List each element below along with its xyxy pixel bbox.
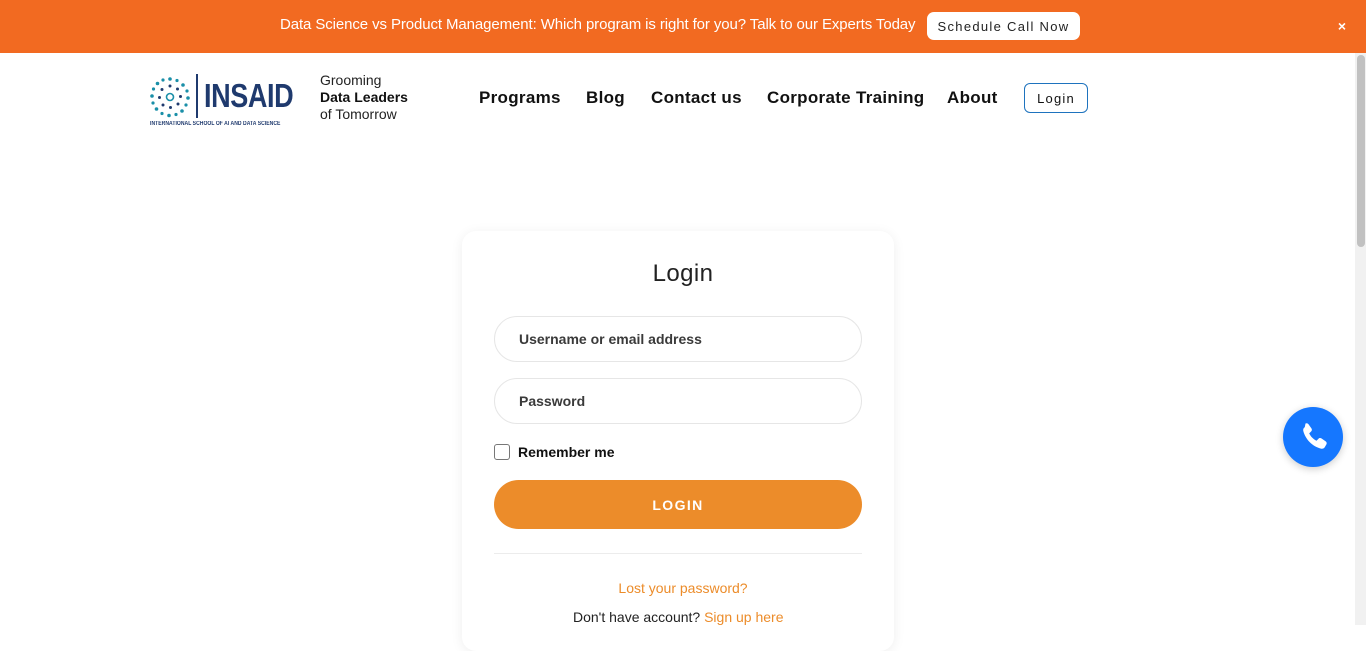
tagline-line-1: Grooming — [320, 72, 382, 88]
schedule-call-button[interactable]: Schedule Call Now — [927, 12, 1080, 40]
promo-banner: Data Science vs Product Management: Whic… — [0, 0, 1366, 53]
phone-icon — [1303, 423, 1327, 449]
remember-me-label[interactable]: Remember me — [518, 444, 615, 460]
remember-me-checkbox[interactable] — [494, 444, 510, 460]
insaid-logo[interactable]: INSAID INTERNATIONAL SCHOOL OF AI AND DA… — [149, 74, 294, 130]
no-account-text: Don't have account? — [573, 609, 701, 625]
logo-subtitle: INTERNATIONAL SCHOOL OF AI AND DATA SCIE… — [150, 121, 281, 127]
nav-corporate-training[interactable]: Corporate Training — [767, 88, 924, 110]
logo-wordmark: INSAID — [204, 77, 294, 114]
logo-divider — [196, 74, 198, 118]
lost-password-text[interactable]: Lost your password? — [618, 580, 747, 596]
tagline: Grooming Data Leaders of Tomorrow — [320, 72, 408, 123]
close-icon[interactable]: × — [1334, 16, 1350, 36]
lost-password-link[interactable]: Lost your password? — [0, 580, 1366, 596]
signup-link[interactable]: Sign up here — [704, 609, 783, 625]
password-input[interactable] — [494, 378, 862, 424]
form-divider — [494, 553, 862, 554]
tagline-line-2: Data Leaders — [320, 89, 408, 105]
header-login-button[interactable]: Login — [1024, 83, 1088, 113]
tagline-line-3: of Tomorrow — [320, 106, 397, 122]
nav-programs[interactable]: Programs — [479, 88, 561, 110]
signup-prompt: Don't have account? Sign up here — [573, 609, 784, 625]
nav-contact-us[interactable]: Contact us — [651, 88, 742, 110]
promo-text: Data Science vs Product Management: Whic… — [280, 16, 916, 33]
nav-about[interactable]: About — [947, 88, 998, 110]
logo-mark-icon — [150, 77, 190, 118]
call-fab-button[interactable] — [1283, 407, 1343, 467]
login-title: Login — [652, 260, 714, 287]
username-input[interactable] — [494, 316, 862, 362]
login-submit-button[interactable]: LOGIN — [494, 480, 862, 529]
nav-blog[interactable]: Blog — [586, 88, 625, 110]
scrollbar-thumb[interactable] — [1357, 55, 1365, 247]
